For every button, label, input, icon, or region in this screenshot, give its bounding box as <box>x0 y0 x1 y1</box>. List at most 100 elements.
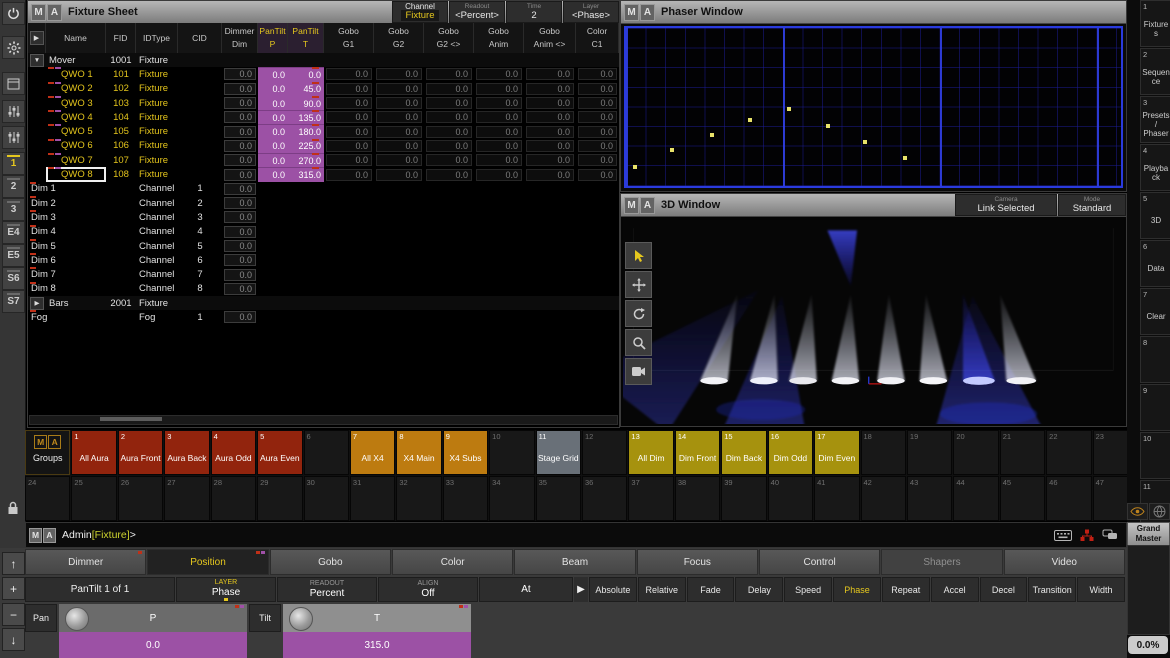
cell-attr[interactable]: 0.0 <box>576 96 619 110</box>
cell-attr[interactable] <box>374 196 424 210</box>
cell-attr[interactable]: 0.0 <box>576 82 619 96</box>
cell-attr[interactable] <box>576 53 619 67</box>
fixture-row-dim-8[interactable]: Dim 8Channel80.0 <box>28 282 619 296</box>
cell-pan[interactable] <box>258 225 288 239</box>
cell-attr[interactable]: 0.0 <box>474 139 524 153</box>
cell-attr[interactable]: 0.0 <box>524 153 576 167</box>
phaser-point-2[interactable] <box>670 148 674 152</box>
network-status-icon[interactable] <box>1080 529 1094 542</box>
cell-pan[interactable] <box>258 253 288 267</box>
page-button-1[interactable]: 1 <box>2 152 25 175</box>
rotate-tool-icon[interactable] <box>625 300 652 327</box>
windows-icon[interactable] <box>2 72 25 95</box>
cell-attr[interactable]: 0.0 <box>374 82 424 96</box>
cell-attr[interactable] <box>576 196 619 210</box>
column-header-gobo[interactable]: GoboG1 <box>324 23 374 53</box>
group-44[interactable]: 44 <box>953 476 998 521</box>
cell-name[interactable]: QWO 6 <box>46 139 106 153</box>
group-46[interactable]: 46 <box>1046 476 1091 521</box>
cell-name[interactable]: Dim 6 <box>28 253 106 267</box>
cell-attr[interactable]: 0.0 <box>524 67 576 81</box>
cell-pan[interactable]: 0.0 <box>258 82 288 96</box>
cell-dimmer[interactable]: 0.0 <box>222 282 258 296</box>
group-26[interactable]: 26 <box>118 476 163 521</box>
column-header-pantilt[interactable]: PanTiltT <box>288 23 324 53</box>
cell-attr[interactable] <box>424 210 474 224</box>
cell-attr[interactable]: 0.0 <box>474 153 524 167</box>
cell-name[interactable]: QWO 4 <box>46 110 106 124</box>
cell-dimmer[interactable]: 0.0 <box>222 196 258 210</box>
cell-dimmer[interactable]: 0.0 <box>222 96 258 110</box>
tab-video[interactable]: Video <box>1004 549 1125 575</box>
cell-attr[interactable] <box>576 296 619 310</box>
cell-attr[interactable] <box>524 239 576 253</box>
fixture-row-qwo-2[interactable]: QWO 2102Fixture0.00.045.00.00.00.00.00.0… <box>28 82 619 96</box>
cell-attr[interactable]: 0.0 <box>424 139 474 153</box>
cell-attr[interactable] <box>524 210 576 224</box>
page-down-icon[interactable]: ↓ <box>2 628 25 651</box>
view-button-5[interactable]: 53D <box>1140 192 1170 239</box>
cell-attr[interactable]: 0.0 <box>374 67 424 81</box>
fixture-row-dim-3[interactable]: Dim 3Channel30.0 <box>28 210 619 224</box>
encoder-pan[interactable]: P0.0 <box>59 604 247 658</box>
cell-attr[interactable]: 0.0 <box>474 110 524 124</box>
cell-attr[interactable] <box>324 196 374 210</box>
cell-pan[interactable] <box>258 296 288 310</box>
cell-pan[interactable]: 0.0 <box>258 124 288 138</box>
cell-name[interactable]: Dim 5 <box>28 239 106 253</box>
cell-name[interactable]: Dim 1 <box>28 182 106 196</box>
cell-attr[interactable]: 0.0 <box>324 96 374 110</box>
cell-attr[interactable]: 0.0 <box>374 124 424 138</box>
cell-attr[interactable] <box>424 182 474 196</box>
cell-name[interactable]: Dim 2 <box>28 196 106 210</box>
page-up-icon[interactable]: ↑ <box>2 552 25 575</box>
cell-dimmer[interactable]: 0.0 <box>222 253 258 267</box>
cell-attr[interactable]: 0.0 <box>424 82 474 96</box>
web-remote-icon[interactable] <box>1149 503 1170 520</box>
group-5[interactable]: 5Aura Even <box>257 430 302 475</box>
keyboard-icon[interactable] <box>1054 530 1072 541</box>
cell-attr[interactable]: 0.0 <box>324 153 374 167</box>
cell-attr[interactable] <box>374 53 424 67</box>
cell-attr[interactable] <box>524 196 576 210</box>
cell-pan[interactable] <box>258 53 288 67</box>
readout-button[interactable]: READOUTPercent <box>277 577 377 602</box>
expand-arrow-icon[interactable]: ▶ <box>574 577 588 602</box>
group-10[interactable]: 10 <box>489 430 534 475</box>
cell-attr[interactable] <box>524 182 576 196</box>
cell-attr[interactable] <box>576 282 619 296</box>
mode-speed[interactable]: Speed <box>784 577 832 602</box>
phaser-point-1[interactable] <box>633 165 637 169</box>
phaser-point-7[interactable] <box>863 140 867 144</box>
cell-tilt[interactable]: 45.0 <box>288 82 324 96</box>
fixture-row-mover[interactable]: ▼Mover1001Fixture <box>28 53 619 67</box>
cell-dimmer[interactable]: 0.0 <box>222 67 258 81</box>
cell-dimmer[interactable]: 0.0 <box>222 153 258 167</box>
mode-delay[interactable]: Delay <box>735 577 783 602</box>
cell-attr[interactable]: 0.0 <box>424 67 474 81</box>
view-button-2[interactable]: 2Sequence <box>1140 48 1170 95</box>
cell-name[interactable]: Mover <box>46 53 106 67</box>
tab-gobo[interactable]: Gobo <box>270 549 391 575</box>
encoder-knob-icon[interactable] <box>65 607 89 631</box>
faders-icon[interactable] <box>2 100 25 123</box>
page-button-3[interactable]: 3 <box>2 198 25 221</box>
cell-name[interactable]: Dim 3 <box>28 210 106 224</box>
group-41[interactable]: 41 <box>814 476 859 521</box>
collapse-icon[interactable]: ▼ <box>30 54 44 67</box>
fixture-row-qwo-8[interactable]: QWO 8108Fixture0.00.0315.00.00.00.00.00.… <box>28 167 619 181</box>
align-button[interactable]: ALIGNOff <box>378 577 478 602</box>
cell-attr[interactable]: 0.0 <box>576 124 619 138</box>
fixture-row-dim-2[interactable]: Dim 2Channel20.0 <box>28 196 619 210</box>
phaser-point-8[interactable] <box>903 156 907 160</box>
cell-attr[interactable]: 0.0 <box>524 96 576 110</box>
grand-master-fader[interactable] <box>1127 545 1170 635</box>
group-36[interactable]: 36 <box>582 476 627 521</box>
mode-absolute[interactable]: Absolute <box>589 577 637 602</box>
cell-attr[interactable] <box>576 225 619 239</box>
cell-attr[interactable] <box>474 310 524 324</box>
group-15[interactable]: 15Dim Back <box>721 430 766 475</box>
tab-dimmer[interactable]: Dimmer <box>25 549 146 575</box>
mode-button[interactable]: Mode Standard <box>1058 194 1126 216</box>
scrollbar-thumb[interactable] <box>100 417 162 421</box>
